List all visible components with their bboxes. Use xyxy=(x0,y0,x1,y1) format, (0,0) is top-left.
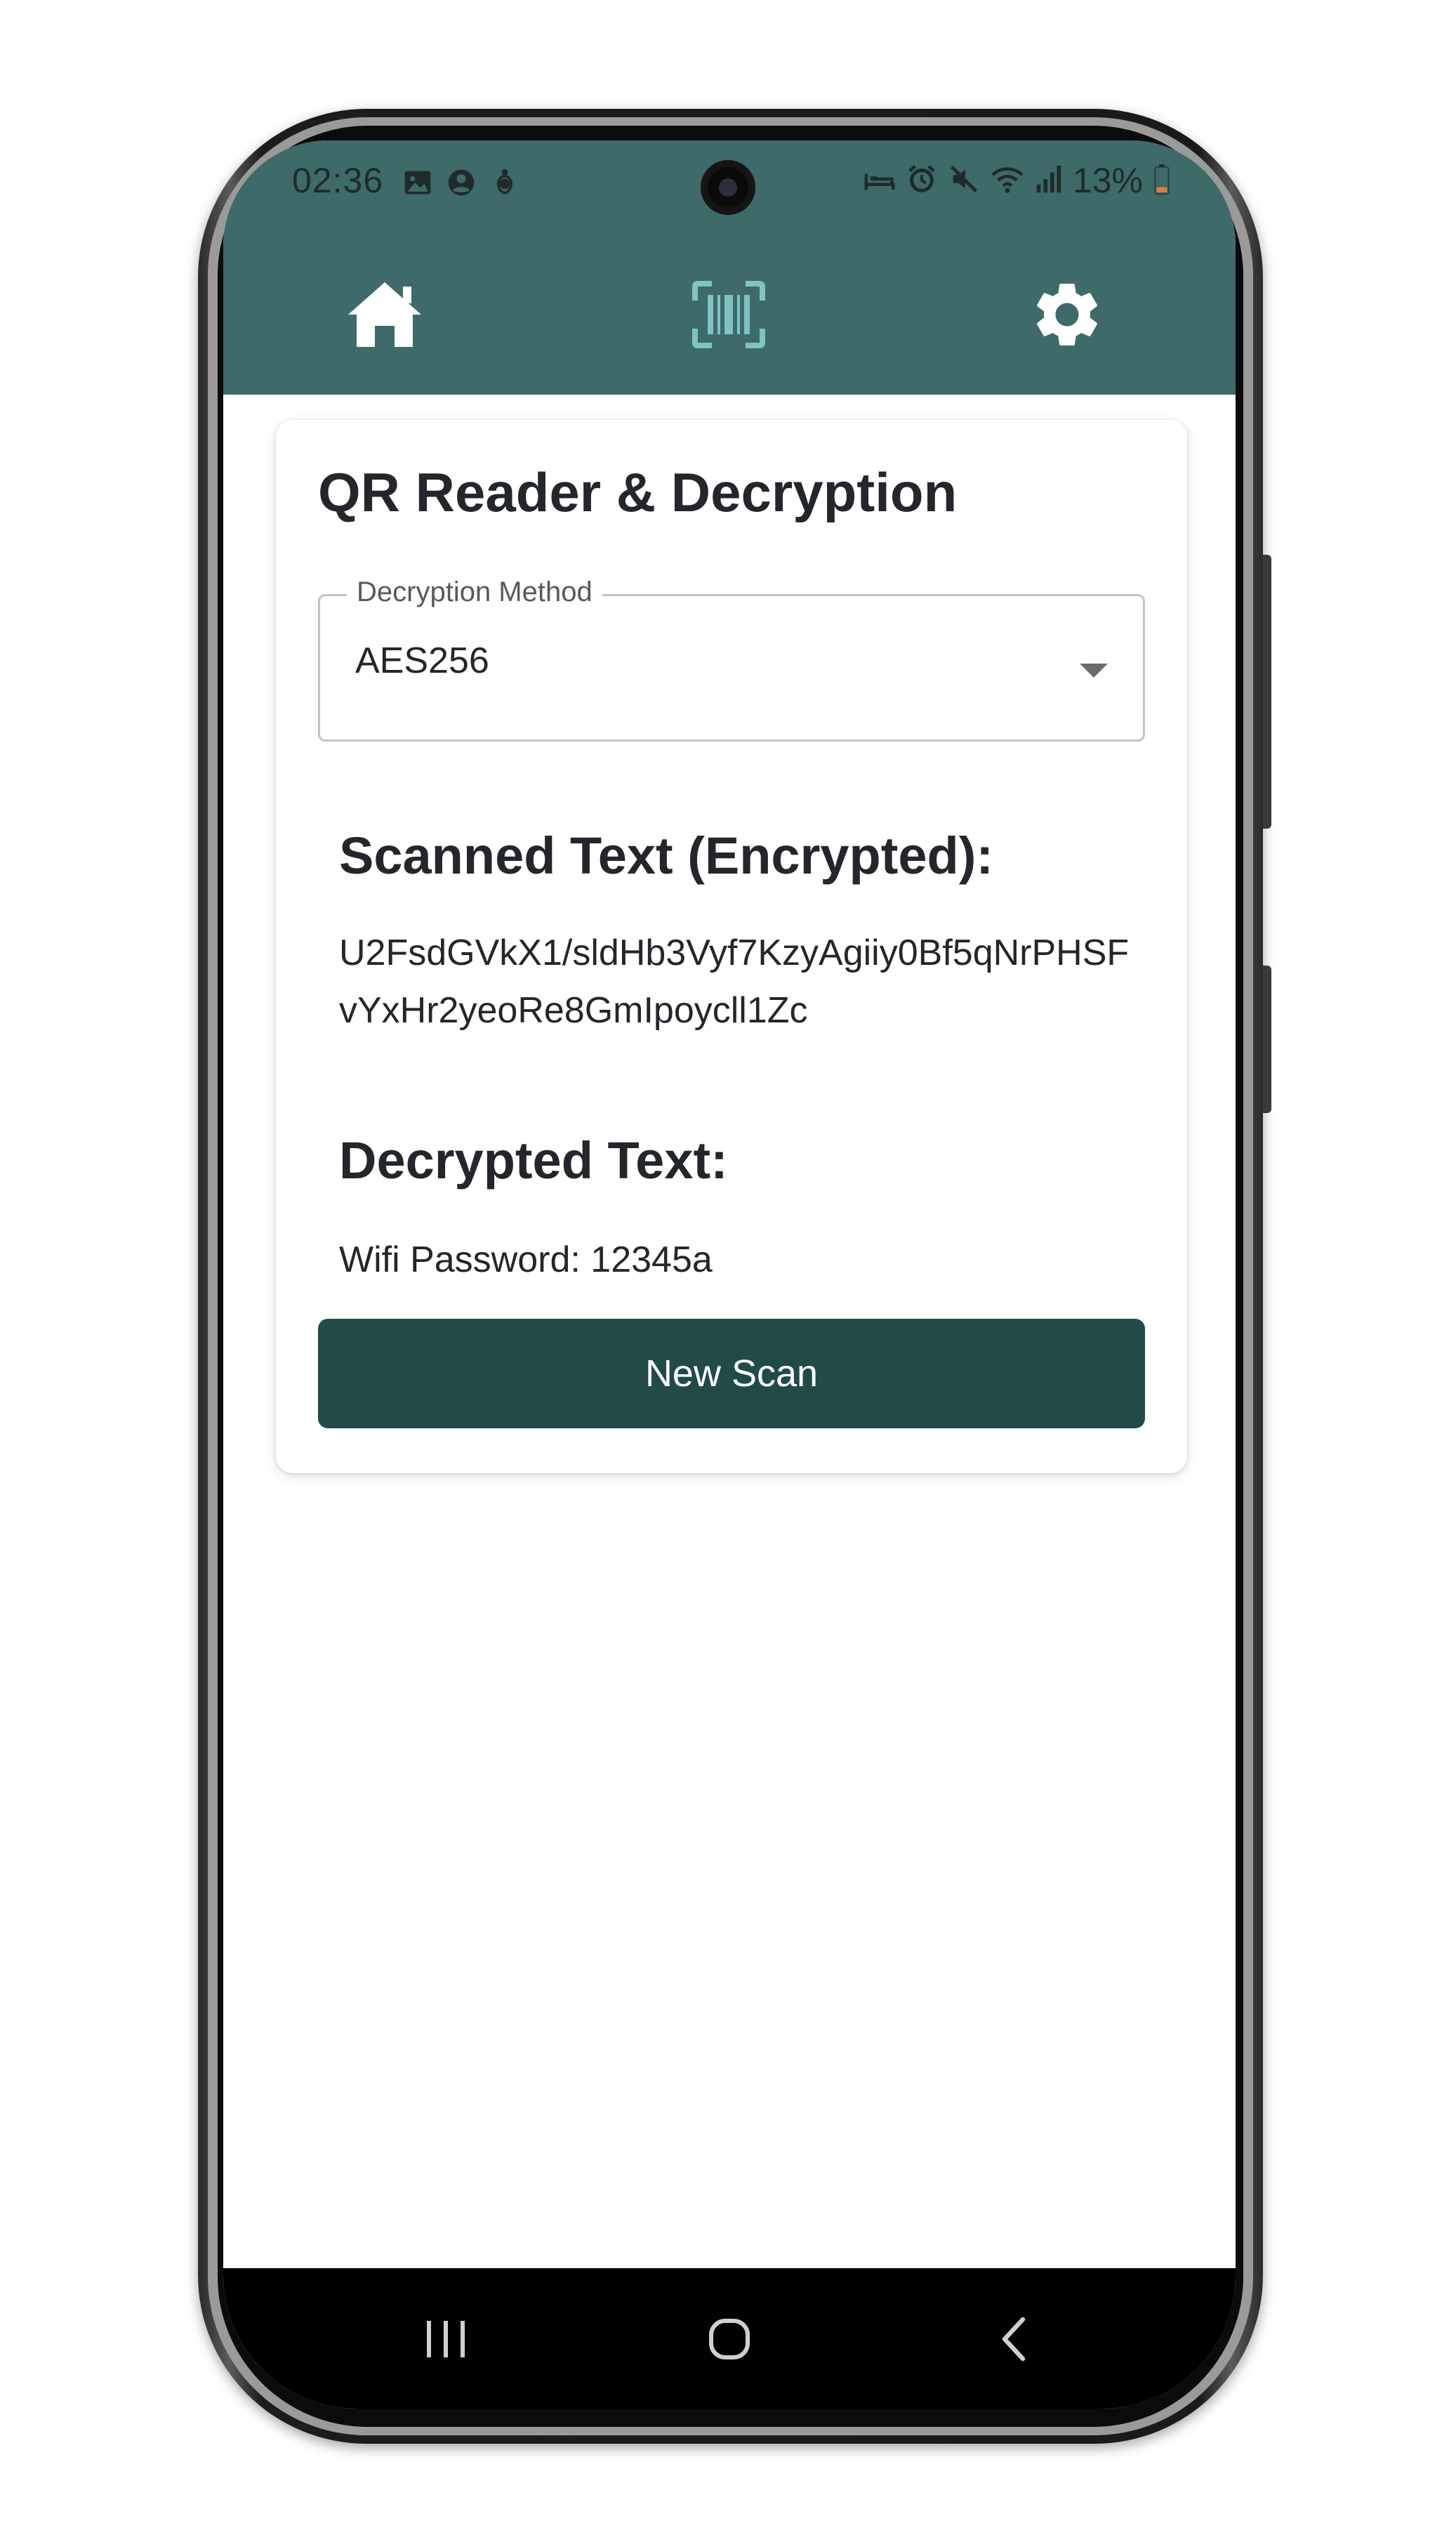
home-icon xyxy=(344,278,425,355)
encrypted-text: U2FsdGVkX1/sldHb3Vyf7KzyAgiiy0Bf5qNrPHSF… xyxy=(339,933,1130,1031)
new-scan-button[interactable]: New Scan xyxy=(318,1319,1145,1428)
system-back-button[interactable] xyxy=(974,2302,1052,2379)
back-icon xyxy=(998,2315,1028,2366)
bed-icon xyxy=(863,163,896,199)
status-right: 13% xyxy=(863,160,1171,201)
status-bar: 02:36 13% xyxy=(223,140,1236,225)
nav-settings-button[interactable] xyxy=(1025,274,1109,358)
decrypted-text: Wifi Password: 12345a xyxy=(339,1239,713,1280)
recent-apps-button[interactable] xyxy=(407,2302,484,2379)
system-nav-bar xyxy=(223,2268,1236,2409)
decryption-method-value: AES256 xyxy=(355,640,489,681)
encrypted-heading: Scanned Text (Encrypted): xyxy=(339,827,994,885)
battery-icon xyxy=(1153,163,1171,199)
decryption-method-select[interactable]: Decryption Method AES256 xyxy=(318,577,1145,742)
dropdown-arrow-icon xyxy=(1080,664,1108,678)
volume-button xyxy=(1263,555,1271,829)
accessibility-icon xyxy=(489,167,520,202)
front-camera xyxy=(701,160,755,215)
mute-icon xyxy=(948,163,980,199)
page-title: QR Reader & Decryption xyxy=(318,461,958,523)
signal-icon xyxy=(1035,163,1063,199)
status-time: 02:36 xyxy=(292,161,384,200)
screen: 02:36 13% QR Reader & Decryption Decrypt… xyxy=(223,140,1236,2409)
gallery-icon xyxy=(402,167,433,202)
recent-apps-icon xyxy=(421,2317,470,2365)
home-circle-icon xyxy=(707,2317,752,2365)
app-header: 02:36 13% xyxy=(223,140,1236,395)
wifi-icon xyxy=(990,163,1025,199)
decrypted-heading: Decrypted Text: xyxy=(339,1131,728,1190)
barcode-scan-icon xyxy=(692,280,765,352)
decryption-method-label: Decryption Method xyxy=(347,577,602,608)
alarm-icon xyxy=(906,163,938,199)
system-home-button[interactable] xyxy=(691,2302,768,2379)
status-left-icons xyxy=(402,167,520,202)
battery-percent: 13% xyxy=(1072,161,1143,200)
qr-card: QR Reader & Decryption Decryption Method… xyxy=(276,420,1187,1473)
gear-icon xyxy=(1028,276,1106,357)
power-button xyxy=(1263,966,1271,1113)
nav-home-button[interactable] xyxy=(343,274,427,358)
account-circle-icon xyxy=(446,167,477,202)
nav-scan-button[interactable] xyxy=(687,274,771,358)
